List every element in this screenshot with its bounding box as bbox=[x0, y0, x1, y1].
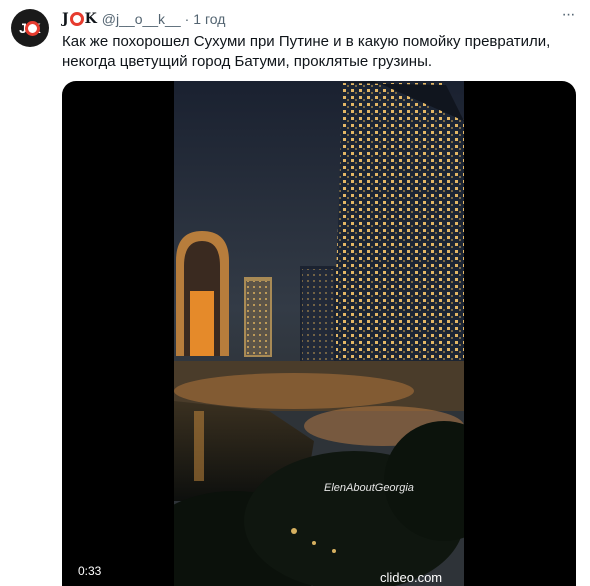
watermark-site: clideo.com bbox=[380, 570, 443, 585]
watermark-channel: ElenAboutGeorgia bbox=[324, 482, 414, 494]
display-name[interactable]: J K bbox=[62, 11, 97, 27]
video-timer: 0:33 bbox=[72, 562, 108, 580]
tweet-text: Как же похорошел Сухуми при Путине и в к… bbox=[62, 33, 551, 70]
city-night-image bbox=[174, 81, 464, 586]
tweet-header: J K @j__o__k__ · 1 год bbox=[62, 9, 225, 29]
avatar[interactable]: J K bbox=[11, 9, 49, 47]
lifebuoy-icon bbox=[25, 21, 40, 36]
more-dots-icon[interactable]: ··· bbox=[558, 7, 578, 27]
video-player[interactable]: ElenAboutGeorgia clideo.com 0:33 bbox=[62, 81, 576, 586]
timestamp[interactable]: 1 год bbox=[193, 11, 225, 27]
video-frame: ElenAboutGeorgia clideo.com bbox=[174, 81, 464, 586]
separator-dot: · bbox=[184, 11, 190, 27]
lifebuoy-icon bbox=[69, 12, 84, 26]
tweet[interactable]: J K J K @j__o__k__ · 1 год ··· Как же по… bbox=[0, 0, 590, 586]
display-name-suffix: K bbox=[84, 11, 97, 27]
display-name-prefix: J bbox=[62, 11, 69, 27]
user-handle[interactable]: @j__o__k__ bbox=[102, 11, 181, 27]
